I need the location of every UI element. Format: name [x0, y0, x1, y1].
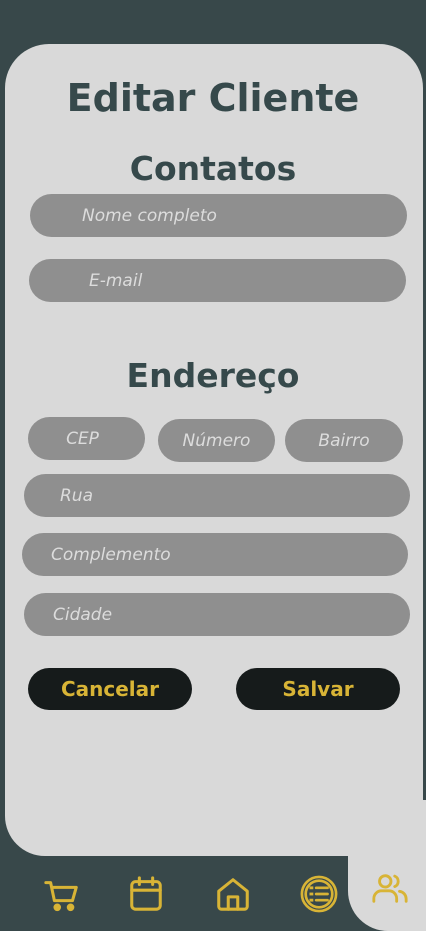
email-field[interactable] — [29, 259, 406, 302]
street-field[interactable] — [24, 474, 410, 517]
complement-field[interactable] — [22, 533, 408, 576]
address-heading: Endereço — [126, 356, 300, 395]
nav-item-list[interactable] — [284, 856, 354, 931]
nav-item-home[interactable] — [198, 856, 268, 931]
save-button[interactable]: Salvar — [236, 668, 400, 710]
name-field[interactable] — [30, 194, 407, 237]
contacts-heading: Contatos — [129, 149, 297, 188]
cep-field[interactable] — [28, 417, 145, 460]
cart-icon — [44, 880, 78, 911]
city-field[interactable] — [24, 593, 410, 636]
nav-item-cart[interactable] — [27, 856, 97, 931]
district-field[interactable] — [285, 419, 403, 462]
calendar-icon — [130, 875, 162, 911]
number-field[interactable] — [158, 419, 275, 462]
cancel-button[interactable]: Cancelar — [28, 668, 192, 710]
nav-item-users[interactable] — [348, 848, 426, 931]
page-title: Editar Cliente — [66, 76, 360, 120]
users-icon — [372, 874, 408, 903]
list-icon — [300, 875, 338, 912]
home-icon — [217, 877, 249, 911]
nav-item-calendar[interactable] — [111, 856, 181, 931]
